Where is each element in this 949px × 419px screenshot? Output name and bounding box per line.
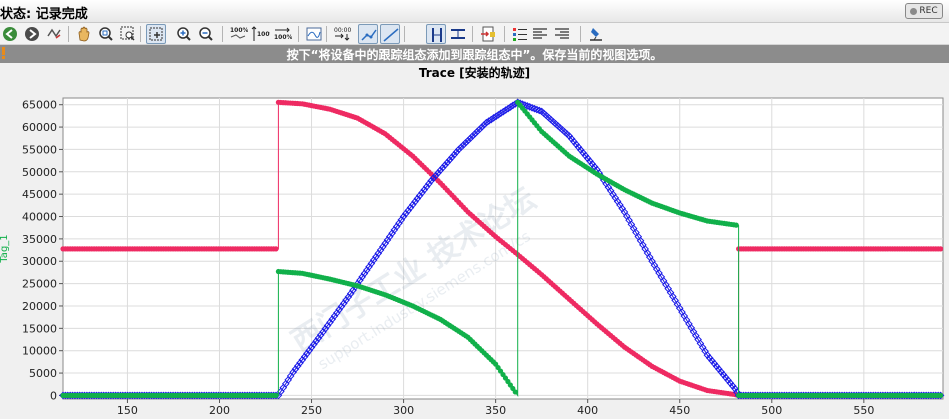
line-points-icon — [361, 29, 377, 41]
y-axis-label: Tag_1 — [0, 234, 10, 263]
zoom-region-button[interactable] — [96, 24, 116, 44]
zoom-select-button[interactable] — [146, 24, 166, 44]
legend-list-button[interactable] — [510, 24, 530, 44]
toolbar-separator — [404, 26, 405, 42]
pan-hand-button[interactable] — [74, 24, 94, 44]
y-tick-label: 25000 — [22, 278, 57, 291]
toolbar-separator — [222, 26, 223, 42]
toolbar-separator — [298, 26, 299, 42]
y-tick-label: 10000 — [22, 345, 57, 358]
toolbar-separator — [580, 26, 581, 42]
reset-view-icon — [47, 28, 61, 39]
record-dot-icon — [910, 7, 918, 15]
save-trace-icon — [590, 28, 602, 41]
zoom-y-100-icon: 100% — [251, 26, 270, 41]
zoom-x-100-icon: 100% — [230, 27, 248, 39]
forward-arrow-icon — [25, 27, 39, 41]
hint-text: 按下“将设备中的跟踪组态添加到跟踪组态中”。保存当前的视图选项。 — [286, 48, 663, 62]
back-arrow-icon — [3, 27, 17, 41]
zoom-out-button[interactable] — [196, 24, 216, 44]
x-tick-label: 350 — [485, 404, 506, 417]
y-tick-label: 50000 — [22, 166, 57, 179]
zoom-in-button[interactable] — [174, 24, 194, 44]
x-tick-label: 450 — [669, 404, 690, 417]
align-left-icon — [533, 28, 547, 39]
y-tick-label: 20000 — [22, 300, 57, 313]
toolbar: 100% 100% 100% 00:00 — [0, 23, 949, 45]
data-point-green — [273, 392, 279, 399]
zoom-in-icon — [177, 27, 191, 41]
y-tick-label: 30000 — [22, 255, 57, 268]
vertical-cursor-button[interactable] — [426, 24, 446, 44]
x-tick-label: 550 — [853, 404, 874, 417]
rec-label: REC — [919, 6, 938, 16]
time-cursor-icon: 00:00 — [334, 27, 351, 41]
line-only-icon — [383, 28, 399, 42]
legend-list-icon — [513, 28, 527, 41]
curve-display-button[interactable] — [304, 24, 324, 44]
status-bar: 状态: 记录完成 REC — [0, 0, 949, 23]
svg-text:100%: 100% — [274, 34, 292, 41]
toolbar-separator — [472, 26, 473, 42]
back-arrow-button[interactable] — [0, 24, 20, 44]
data-point-red — [937, 246, 944, 252]
hint-bar: 按下“将设备中的跟踪组态添加到跟踪组态中”。保存当前的视图选项。 — [0, 45, 949, 63]
x-tick-label: 500 — [761, 404, 782, 417]
svg-text:100%: 100% — [257, 31, 270, 38]
horizontal-cursor-icon — [451, 29, 465, 39]
zoom-region-icon — [99, 27, 113, 41]
y-tick-label: 15000 — [22, 322, 57, 335]
toolbar-separator — [140, 26, 141, 42]
y-tick-label: 35000 — [22, 233, 57, 246]
toolbar-separator — [326, 26, 327, 42]
status-label: 状态: 记录完成 — [0, 7, 88, 22]
zoom-x-100-button[interactable]: 100% — [228, 24, 248, 44]
x-tick-label: 150 — [117, 404, 138, 417]
export-snapshot-icon — [481, 26, 495, 42]
x-tick-label: 250 — [301, 404, 322, 417]
zoom-xy-100-icon: 100% — [274, 27, 292, 41]
horizontal-cursor-button[interactable] — [448, 24, 468, 44]
svg-text:00:00: 00:00 — [334, 27, 351, 34]
zoom-rect-button[interactable] — [118, 24, 138, 44]
align-left-button[interactable] — [530, 24, 550, 44]
y-tick-label: 5000 — [29, 367, 57, 380]
reset-view-button[interactable] — [44, 24, 64, 44]
export-snapshot-button[interactable] — [478, 24, 498, 44]
svg-text:100%: 100% — [230, 27, 248, 34]
zoom-xy-100-button[interactable]: 100% — [272, 24, 292, 44]
x-tick-label: 300 — [393, 404, 414, 417]
zoom-rect-icon — [120, 26, 135, 41]
y-tick-label: 55000 — [22, 143, 57, 156]
x-tick-label: 200 — [209, 404, 230, 417]
zoom-y-100-button[interactable]: 100% — [250, 24, 270, 44]
forward-arrow-button[interactable] — [22, 24, 42, 44]
trace-chart[interactable]: 150 200 250 300 350 400 450 500 550 0 5000 10000 150… — [0, 63, 949, 419]
data-point-green — [512, 389, 518, 395]
y-tick-label: 0 — [50, 389, 57, 402]
y-tick-label: 45000 — [22, 188, 57, 201]
data-point-green — [733, 222, 739, 228]
vertical-cursor-icon — [432, 28, 442, 42]
toolbar-separator — [68, 26, 69, 42]
time-cursor-button[interactable]: 00:00 — [332, 24, 352, 44]
align-right-button[interactable] — [552, 24, 572, 44]
data-point-red — [273, 246, 279, 252]
y-tick-label: 65000 — [22, 99, 57, 112]
align-right-icon — [555, 28, 569, 39]
rec-indicator: REC — [905, 3, 943, 19]
line-points-button[interactable] — [358, 24, 378, 44]
line-only-button[interactable] — [380, 24, 400, 44]
y-tick-label: 60000 — [22, 121, 57, 134]
data-point-green — [937, 392, 944, 399]
save-trace-button[interactable] — [586, 24, 606, 44]
zoom-select-icon — [149, 27, 163, 41]
y-tick-label: 40000 — [22, 211, 57, 224]
zoom-out-icon — [199, 27, 213, 41]
pan-hand-icon — [78, 26, 90, 42]
toolbar-separator — [504, 26, 505, 42]
x-tick-label: 400 — [577, 404, 598, 417]
trace-chart-area[interactable]: Trace [安装的轨迹] 150 200 250 300 350 400 450 500 55… — [0, 63, 949, 419]
curve-display-icon — [306, 27, 322, 41]
